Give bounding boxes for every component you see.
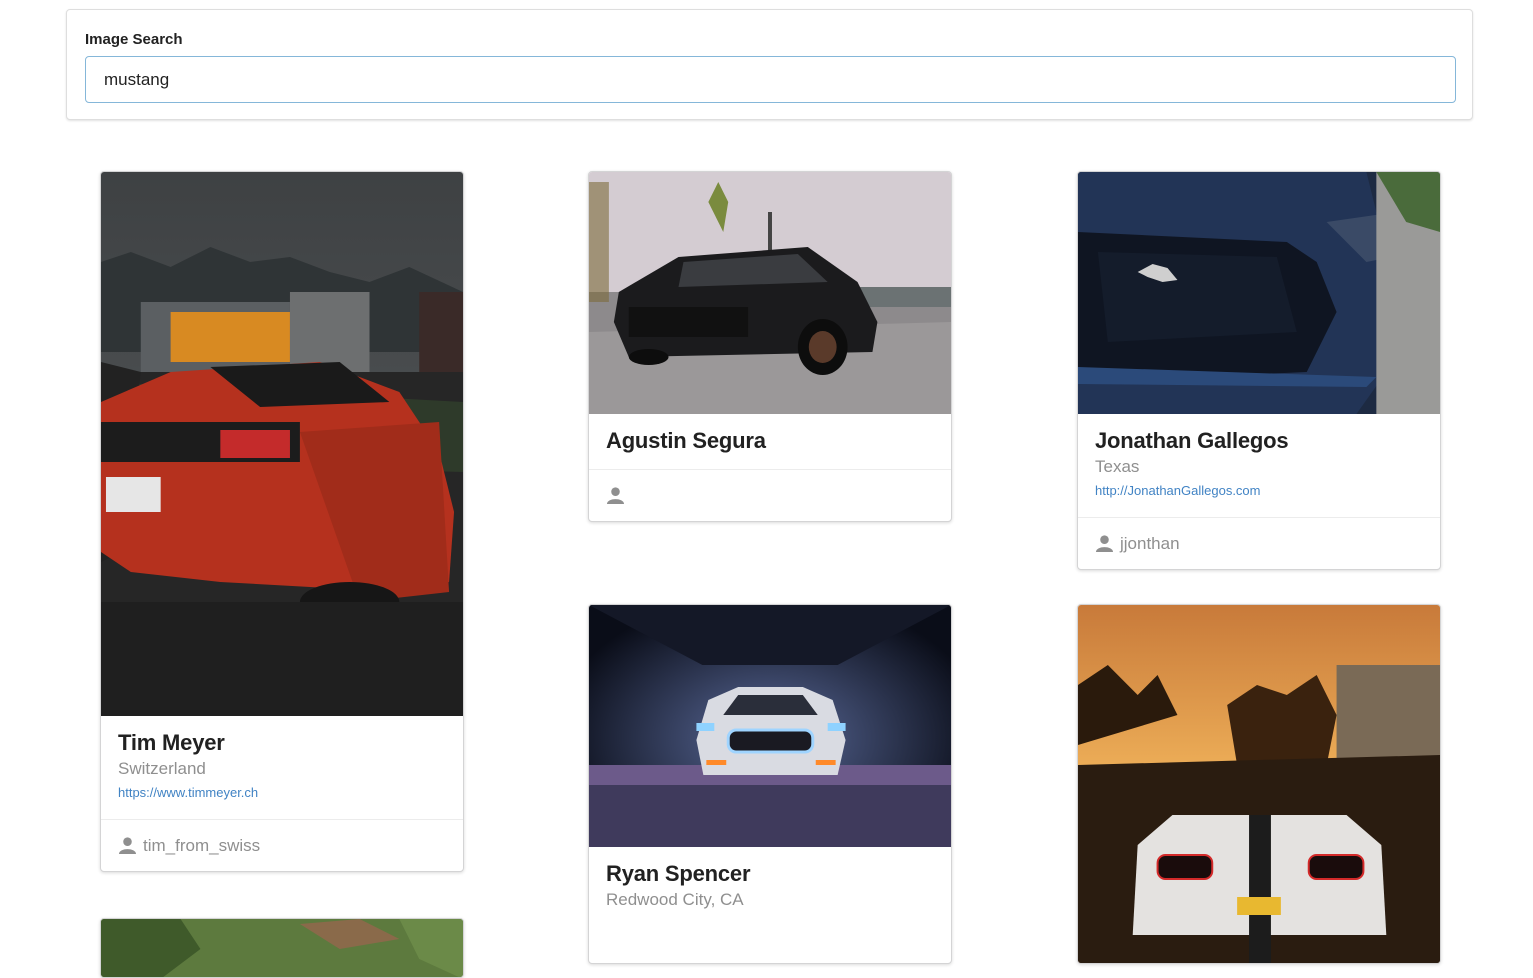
image-card[interactable]: Agustin Segura bbox=[588, 171, 952, 522]
image-card[interactable] bbox=[100, 918, 464, 978]
search-form: Image Search bbox=[66, 9, 1473, 120]
card-user[interactable]: tim_from_swiss bbox=[101, 819, 463, 871]
car-photo[interactable] bbox=[1078, 172, 1440, 414]
image-card[interactable]: Ryan Spencer Redwood City, CA bbox=[588, 604, 952, 964]
card-username: tim_from_swiss bbox=[143, 835, 261, 855]
card-link[interactable]: http://JonathanGallegos.com bbox=[1095, 479, 1423, 503]
card-user[interactable]: jjonthan bbox=[1078, 517, 1440, 569]
search-label: Image Search bbox=[85, 31, 183, 48]
card-username: jjonthan bbox=[1120, 533, 1180, 553]
car-photo[interactable] bbox=[1078, 605, 1440, 963]
card-location: Redwood City, CA bbox=[606, 890, 744, 909]
card-location: Texas bbox=[1095, 457, 1140, 476]
card-content: Jonathan Gallegos Texas http://JonathanG… bbox=[1078, 414, 1440, 517]
card-name: Jonathan Gallegos bbox=[1095, 428, 1289, 453]
image-card[interactable]: Jonathan Gallegos Texas http://JonathanG… bbox=[1077, 171, 1441, 570]
image-card[interactable]: Tim Meyer Switzerland https://www.timmey… bbox=[100, 171, 464, 872]
card-user[interactable] bbox=[589, 469, 951, 521]
user-icon bbox=[118, 837, 137, 855]
card-location: Switzerland bbox=[118, 759, 206, 778]
car-photo[interactable] bbox=[589, 605, 951, 847]
card-name: Agustin Segura bbox=[606, 428, 766, 453]
user-icon bbox=[606, 487, 625, 505]
car-photo[interactable] bbox=[589, 172, 951, 414]
search-input[interactable] bbox=[85, 56, 1456, 103]
card-content: Agustin Segura bbox=[589, 414, 951, 469]
card-content: Tim Meyer Switzerland https://www.timmey… bbox=[101, 716, 463, 819]
user-icon bbox=[1095, 535, 1114, 553]
card-content: Ryan Spencer Redwood City, CA bbox=[589, 847, 951, 926]
car-photo[interactable] bbox=[101, 919, 463, 977]
card-name: Ryan Spencer bbox=[606, 861, 751, 886]
car-photo[interactable] bbox=[101, 172, 463, 716]
card-link[interactable]: https://www.timmeyer.ch bbox=[118, 781, 446, 805]
image-card[interactable] bbox=[1077, 604, 1441, 964]
card-name: Tim Meyer bbox=[118, 730, 225, 755]
